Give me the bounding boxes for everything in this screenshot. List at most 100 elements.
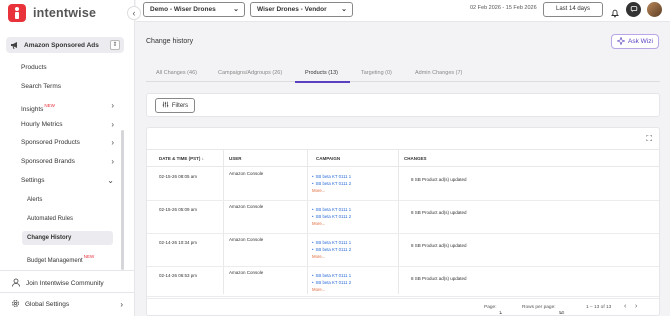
sidebar-collapse-button[interactable]: ‹	[127, 6, 141, 20]
chevron-right-icon: ›	[111, 101, 114, 110]
logo-text: intentwise	[33, 6, 97, 20]
cell-campaigns: • SB beta KT 0111 1 • SB beta KT 0111 2 Mo…	[312, 239, 351, 260]
sidebar-subitem-change-history[interactable]: Change History	[27, 232, 71, 244]
sidebar-subitem-budget-management[interactable]: Budget ManagementNEW	[27, 251, 95, 264]
campaign-link[interactable]: • SB beta KT 0111 1	[312, 206, 351, 213]
tabs-bar: All Changes (46) Campaigns/Adgroups (26)…	[146, 62, 660, 83]
gear-icon	[11, 299, 20, 310]
sidebar-item-label: Hourly Metrics	[21, 121, 63, 128]
more-link[interactable]: More...	[312, 286, 351, 293]
cell-change: 8 SB Product ad(s) updated	[411, 243, 467, 248]
chevron-right-icon: ›	[120, 300, 123, 309]
ask-wizi-label: Ask Wizi	[628, 38, 653, 45]
more-link[interactable]: More...	[312, 253, 351, 260]
more-link[interactable]: More...	[312, 220, 351, 227]
column-header-date[interactable]: DATE & TIME (PST) ↓	[159, 156, 204, 161]
cell-user: Amazon Console	[229, 237, 264, 242]
logo[interactable]: intentwise	[8, 4, 96, 22]
tab-admin-changes[interactable]: Admin Changes (7)	[415, 70, 462, 76]
profile-select[interactable]: Wiser Drones - Vendor ⌄	[250, 2, 353, 17]
date-range-text: 02 Feb 2026 - 15 Feb 2026	[470, 5, 537, 11]
chevron-right-icon: ›	[111, 120, 114, 129]
column-header-campaign: CAMPAIGN	[316, 156, 341, 161]
account-select[interactable]: Demo - Wiser Drones ⌄	[143, 2, 245, 17]
sort-down-icon: ↓	[201, 156, 204, 161]
sidebar-item-search-terms[interactable]: Search Terms	[21, 81, 116, 93]
cell-campaigns: • SB beta KT 0111 1 • SB beta KT 0111 2 Mo…	[312, 173, 351, 194]
chat-icon[interactable]	[626, 2, 641, 17]
sidebar-item-settings[interactable]: Settings ⌄	[21, 175, 116, 187]
sidebar-subitem-alerts[interactable]: Alerts	[27, 194, 42, 206]
divider	[0, 292, 135, 293]
sidebar-item-hourly-metrics[interactable]: Hourly Metrics ›	[21, 119, 116, 131]
table-row: 02-14-26 06:53 pm Amazon Console • SB bet…	[147, 267, 659, 297]
cell-user: Amazon Console	[229, 204, 264, 209]
cell-date: 02-14-26 06:53 pm	[159, 273, 198, 278]
sidebar-item-label: Settings	[21, 177, 45, 184]
tab-products[interactable]: Products (13)	[305, 70, 338, 76]
sidebar-scrollbar[interactable]	[121, 130, 124, 270]
campaign-name: SB beta KT 0111 2	[315, 181, 352, 186]
join-community-link[interactable]: Join Intentwise Community	[11, 278, 104, 289]
change-history-table: ⛶ DATE & TIME (PST) ↓ USER CAMPAIGN CHAN…	[146, 127, 660, 316]
cell-user: Amazon Console	[229, 270, 264, 275]
sidebar-item-sponsored-products[interactable]: Sponsored Products ›	[21, 137, 116, 149]
cell-campaigns: • SB beta KT 0111 1 • SB beta KT 0111 2 Mo…	[312, 272, 351, 293]
global-settings-link[interactable]: Global Settings ›	[11, 299, 123, 310]
chevron-down-icon: ⌄	[559, 311, 564, 316]
campaign-name: SB beta KT 0111 2	[315, 247, 352, 252]
sidebar-item-products[interactable]: Products	[21, 62, 116, 74]
page-range-text: 1 – 13 of 13	[586, 305, 612, 310]
sidebar-item-insights[interactable]: InsightsNEW ›	[21, 100, 116, 113]
cell-change: 8 SB Product ad(s) updated	[411, 210, 467, 215]
campaign-name: SB beta KT 0111 1	[315, 240, 352, 245]
column-header-user: USER	[229, 156, 242, 161]
rows-per-page-label: Rows per page:	[522, 305, 556, 310]
more-link[interactable]: More...	[312, 187, 351, 194]
campaign-link[interactable]: • SB beta KT 0111 1	[312, 239, 351, 246]
bell-icon[interactable]	[610, 5, 620, 18]
filter-sliders-icon	[162, 101, 169, 110]
next-page-icon[interactable]: ›	[635, 303, 637, 310]
tab-all-changes[interactable]: All Changes (46)	[156, 70, 197, 76]
people-icon	[11, 278, 21, 289]
chevron-down-icon: ⌄	[341, 6, 347, 13]
megaphone-icon	[10, 40, 20, 50]
campaign-link[interactable]: • SB beta KT 0111 2	[312, 180, 351, 187]
new-badge: NEW	[83, 254, 95, 259]
date-range-button-label: Last 14 days	[555, 6, 591, 12]
cell-date: 02-15-26 08:05 am	[159, 174, 198, 179]
campaign-name: SB beta KT 0111 2	[315, 280, 352, 285]
prev-page-icon[interactable]: ‹	[624, 303, 626, 310]
module-selector[interactable]: Amazon Sponsored Ads ⇕	[6, 37, 124, 53]
table-row: 02-15-26 08:05 am Amazon Console • SB bet…	[147, 168, 659, 201]
campaign-link[interactable]: • SB beta KT 0111 2	[312, 246, 351, 253]
tab-targeting[interactable]: Targeting (0)	[361, 70, 392, 76]
campaign-link[interactable]: • SB beta KT 0111 1	[312, 272, 351, 279]
sidebar-subitem-automated-rules[interactable]: Automated Rules	[27, 213, 73, 225]
new-badge: NEW	[44, 103, 55, 108]
tab-campaigns-adgroups[interactable]: Campaigns/Adgroups (26)	[218, 70, 282, 76]
filter-card: Filters	[146, 93, 660, 117]
community-label: Join Intentwise Community	[26, 280, 104, 287]
date-range-button[interactable]: Last 14 days	[543, 2, 603, 17]
sidebar-item-label: Insights	[21, 106, 44, 113]
filters-button[interactable]: Filters	[155, 98, 195, 113]
subitem-label: Automated Rules	[27, 216, 74, 222]
subitem-label: Alerts	[27, 197, 43, 203]
filters-label: Filters	[171, 102, 189, 109]
cell-change: 8 SB Product ad(s) updated	[411, 276, 467, 281]
ask-wizi-button[interactable]: Ask Wizi	[611, 34, 659, 49]
expand-toggle-icon[interactable]: ⇕	[110, 40, 120, 50]
sidebar-item-sponsored-brands[interactable]: Sponsored Brands ›	[21, 156, 116, 168]
campaign-link[interactable]: • SB beta KT 0111 2	[312, 279, 351, 286]
module-label: Amazon Sponsored Ads	[24, 41, 99, 49]
campaign-name: SB beta KT 0111 2	[315, 214, 352, 219]
expand-icon[interactable]: ⛶	[646, 134, 652, 144]
account-select-value: Demo - Wiser Drones	[150, 6, 216, 13]
campaign-link[interactable]: • SB beta KT 0111 1	[312, 173, 351, 180]
campaign-link[interactable]: • SB beta KT 0111 2	[312, 213, 351, 220]
sparkle-icon	[616, 35, 626, 47]
user-avatar[interactable]	[647, 2, 662, 17]
global-settings-label: Global Settings	[25, 301, 70, 308]
